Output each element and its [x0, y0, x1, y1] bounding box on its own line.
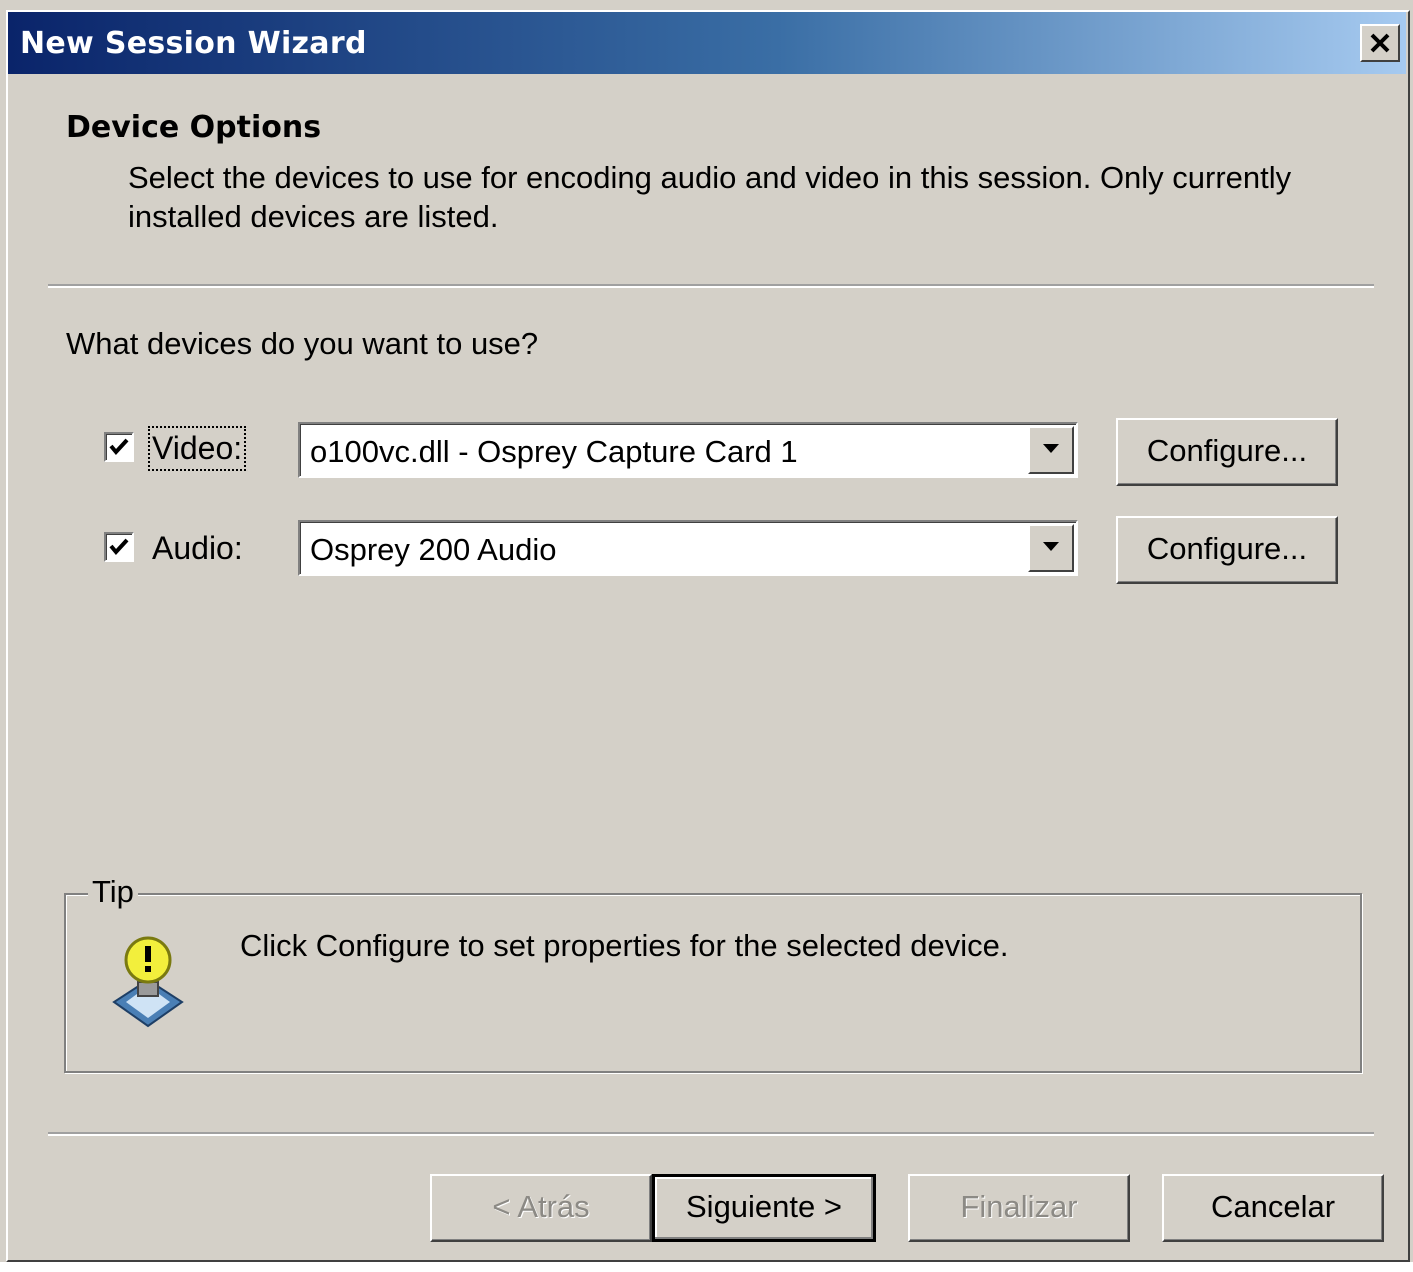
video-dropdown-button[interactable] — [1028, 426, 1074, 474]
title-bar[interactable]: New Session Wizard — [8, 12, 1406, 74]
audio-label-text: Audio: — [152, 530, 243, 566]
cancel-label: Cancelar — [1210, 1189, 1336, 1224]
close-button[interactable] — [1360, 24, 1400, 62]
video-configure-button[interactable]: Configure... — [1116, 418, 1338, 486]
chevron-down-icon — [1043, 542, 1059, 551]
audio-configure-label: Configure... — [1146, 531, 1308, 566]
next-label: Siguiente > — [686, 1189, 842, 1224]
video-checkbox[interactable] — [104, 432, 134, 462]
checkmark-icon — [109, 538, 129, 556]
back-label: < Atrás — [492, 1189, 590, 1224]
video-configure-label: Configure... — [1146, 433, 1308, 468]
audio-device-select[interactable]: Osprey 200 Audio — [298, 520, 1078, 576]
tip-groupbox — [64, 893, 1362, 1073]
footer-divider — [48, 1132, 1374, 1136]
tip-legend: Tip — [88, 874, 138, 910]
devices-question: What devices do you want to use? — [66, 326, 539, 361]
cancel-button[interactable]: Cancelar — [1162, 1174, 1384, 1242]
checkmark-icon — [109, 438, 129, 456]
video-device-select[interactable]: o100vc.dll - Osprey Capture Card 1 — [298, 422, 1078, 478]
audio-label[interactable]: Audio: — [152, 530, 243, 567]
finish-label: Finalizar — [960, 1189, 1078, 1224]
next-button[interactable]: Siguiente > — [652, 1174, 876, 1242]
audio-configure-button[interactable]: Configure... — [1116, 516, 1338, 584]
page-description: Select the devices to use for encoding a… — [128, 160, 1292, 234]
video-device-value: o100vc.dll - Osprey Capture Card 1 — [310, 434, 798, 469]
tip-text: Click Configure to set properties for th… — [240, 928, 1009, 963]
window-title: New Session Wizard — [20, 26, 367, 61]
video-label-text: Video: — [152, 430, 243, 466]
bottom-edge — [0, 1262, 1413, 1272]
finish-button[interactable]: Finalizar — [908, 1174, 1130, 1242]
chevron-down-icon — [1043, 444, 1059, 453]
close-icon — [1369, 24, 1391, 62]
audio-checkbox[interactable] — [104, 532, 134, 562]
audio-dropdown-button[interactable] — [1028, 524, 1074, 572]
back-button[interactable]: < Atrás — [430, 1174, 652, 1242]
header-divider — [48, 284, 1374, 288]
lightbulb-icon — [108, 930, 188, 1039]
video-label[interactable]: Video: — [147, 426, 247, 471]
audio-device-value: Osprey 200 Audio — [310, 532, 557, 567]
page-title: Device Options — [66, 110, 322, 145]
